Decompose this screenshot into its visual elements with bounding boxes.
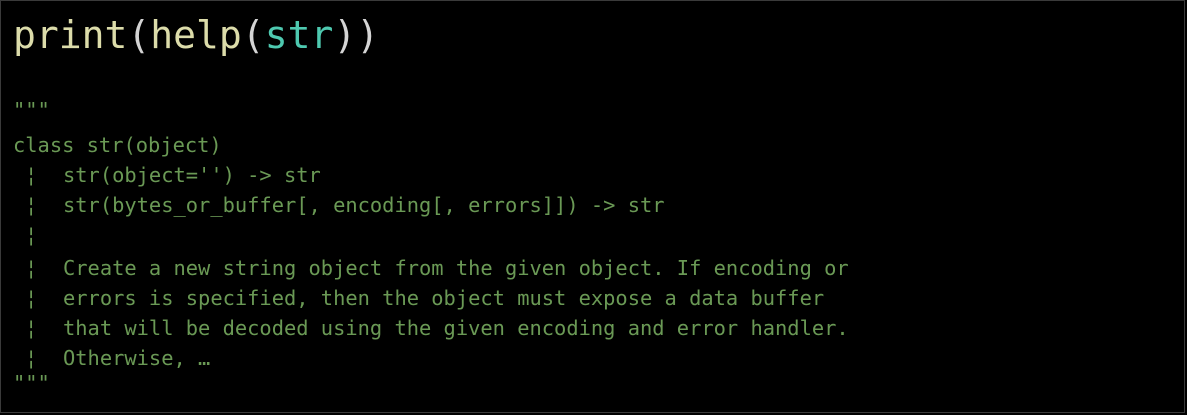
- guide-bar: ¦: [25, 316, 38, 340]
- open-paren: (: [127, 13, 151, 57]
- guide-bar: ¦: [25, 223, 38, 247]
- docstring-line-text: Otherwise, …: [63, 346, 211, 370]
- code-editor[interactable]: print(help(str)) """ class str(object) ¦…: [0, 0, 1185, 413]
- print-function: print: [13, 13, 128, 57]
- code-line-print-call: print(help(str)): [13, 7, 379, 63]
- docstring-line: ¦: [13, 220, 63, 250]
- open-paren: (: [241, 13, 265, 57]
- docstring-line-text: str(object='') -> str: [63, 163, 321, 187]
- docstring-line: ¦ Create a new string object from the giv…: [13, 253, 849, 283]
- docstring-close-quotes: """: [13, 371, 50, 395]
- guide-bar: ¦: [25, 286, 38, 310]
- docstring-line-text: that will be decoded using the given enc…: [63, 316, 849, 340]
- docstring-line-text: Create a new string object from the give…: [63, 256, 849, 280]
- docstring-line-text: errors is specified, then the object mus…: [63, 286, 825, 310]
- docstring-line: ¦ errors is specified, then the object mu…: [13, 283, 824, 313]
- docstring-open-quotes: """: [13, 98, 50, 122]
- close-parens: )): [333, 13, 380, 57]
- guide-bar: ¦: [25, 256, 38, 280]
- guide-bar: ¦: [25, 193, 38, 217]
- docstring-class-line: class str(object): [13, 133, 222, 157]
- docstring-line: ¦ that will be decoded using the given en…: [13, 313, 849, 343]
- str-class: str: [264, 13, 334, 57]
- docstring-line: ¦ str(object='') -> str: [13, 160, 321, 190]
- help-function: help: [150, 13, 242, 57]
- docstring-line-text: str(bytes_or_buffer[, encoding[, errors]…: [63, 193, 665, 217]
- guide-bar: ¦: [25, 163, 38, 187]
- docstring-line: ¦ str(bytes_or_buffer[, encoding[, errors…: [13, 190, 665, 220]
